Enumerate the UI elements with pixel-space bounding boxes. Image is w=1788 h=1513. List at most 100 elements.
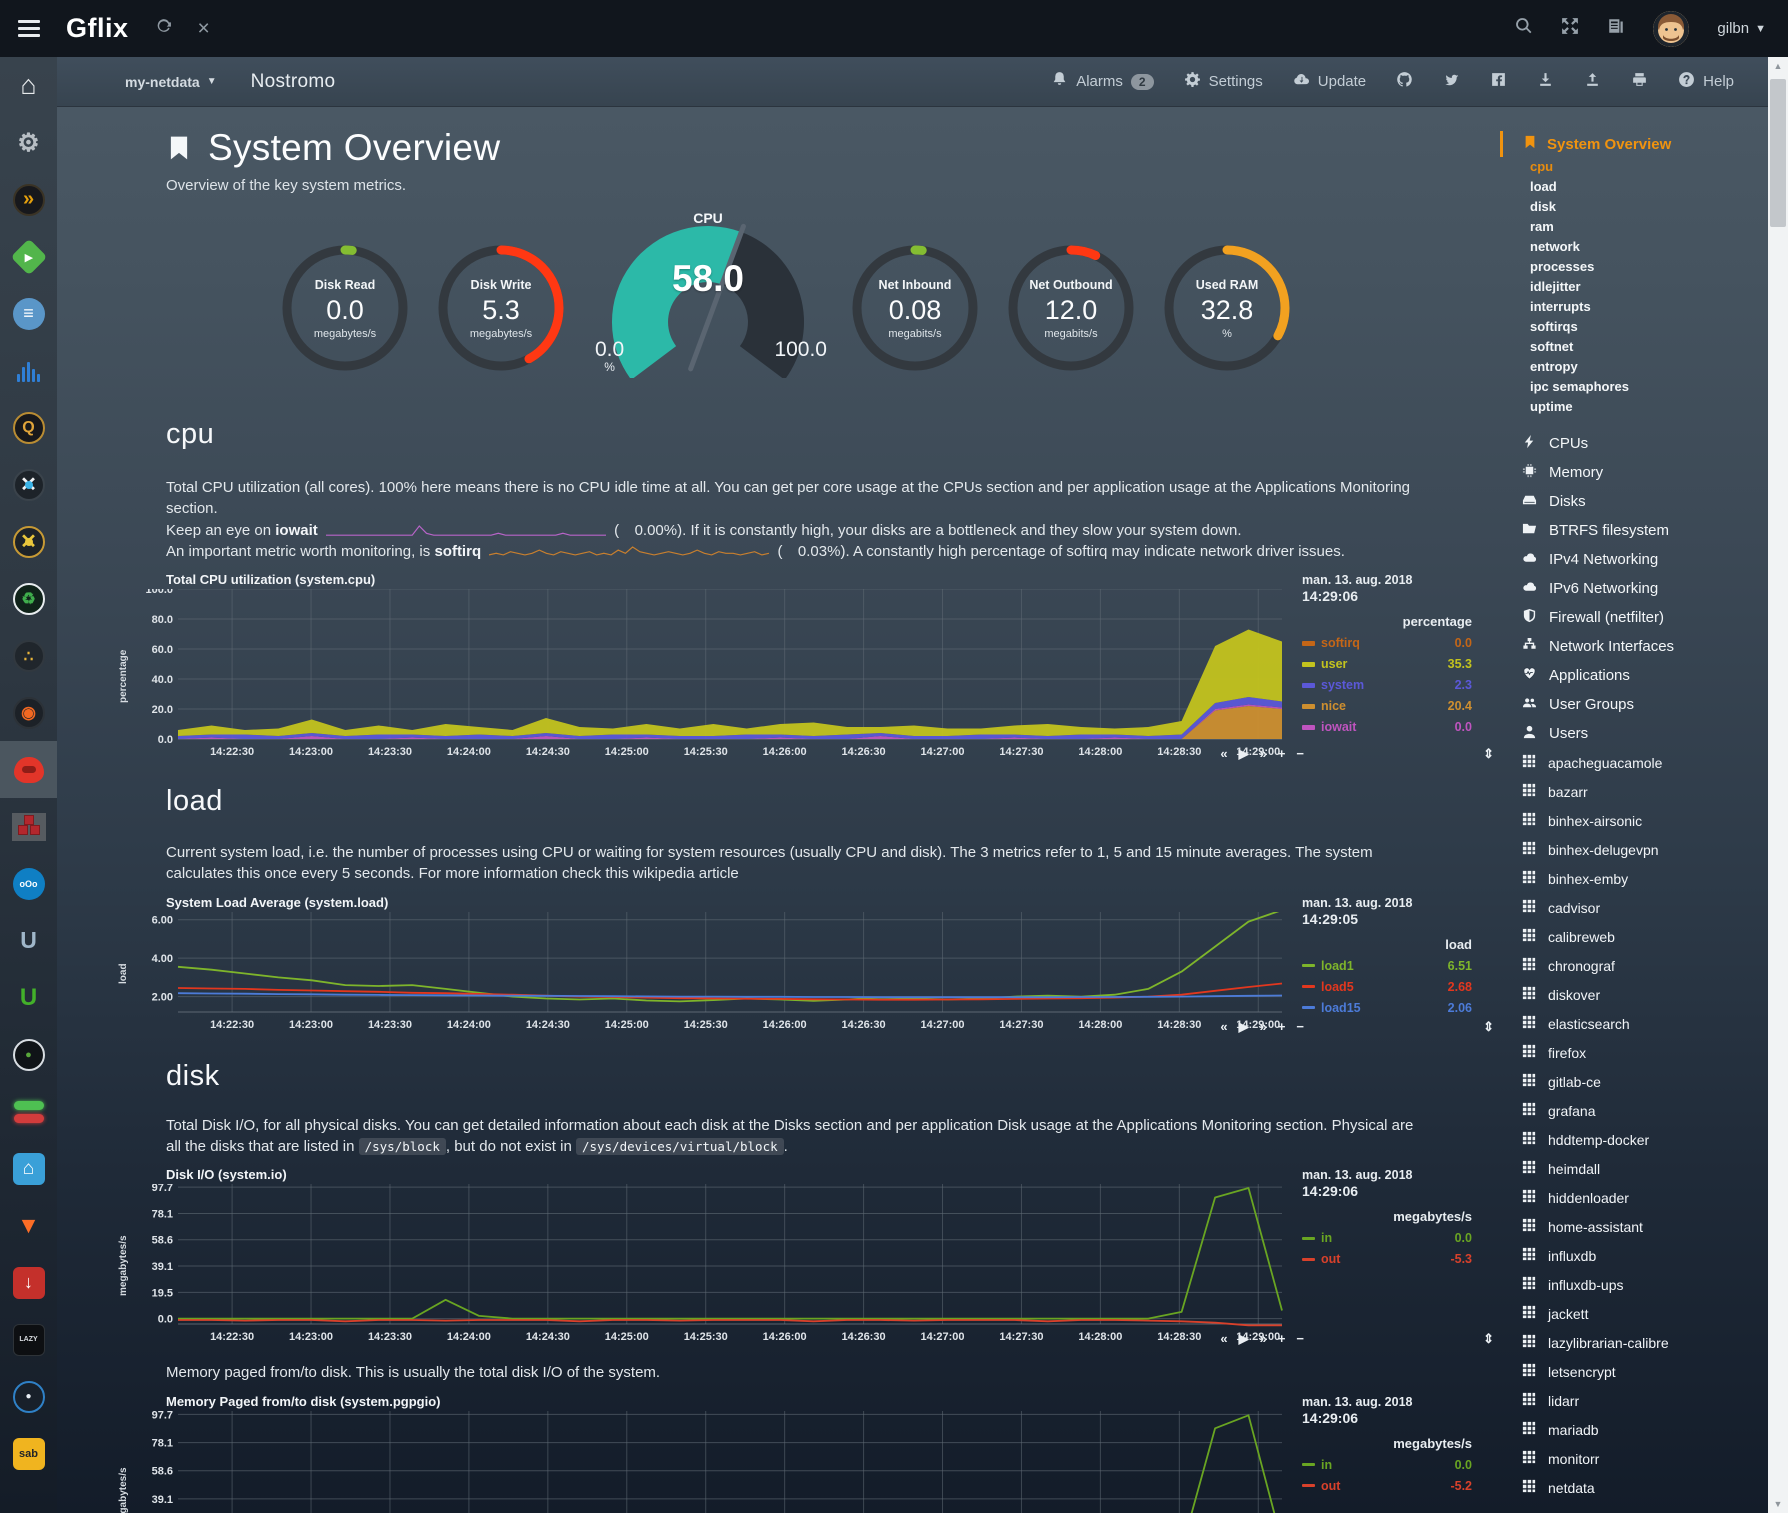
nav-section-btrfs-filesystem[interactable]: BTRFS filesystem	[1500, 516, 1768, 545]
nav-section-disks[interactable]: Disks	[1500, 487, 1768, 516]
pan-right-icon[interactable]: »	[1260, 746, 1267, 762]
sidebar-app-lazylibrarian[interactable]: LAZY	[0, 1311, 57, 1368]
chart-resize-handle[interactable]: ⇕	[1483, 1331, 1494, 1347]
nav-section-ipv6-networking[interactable]: IPv6 Networking	[1500, 574, 1768, 603]
cpu-chart[interactable]: Total CPU utilization (system.cpu)percen…	[118, 572, 1500, 763]
nd-button-print[interactable]	[1631, 71, 1648, 92]
gauge-net-inbound[interactable]: Net Inbound0.08megabits/s	[841, 232, 989, 385]
nav-app-binhex-emby[interactable]: binhex-emby	[1500, 864, 1768, 893]
nav-item-load[interactable]: load	[1500, 177, 1768, 197]
nav-app-hiddenloader[interactable]: hiddenloader	[1500, 1183, 1768, 1212]
nd-button-download[interactable]	[1537, 71, 1554, 92]
pan-left-icon[interactable]: «	[1220, 1019, 1227, 1035]
pgpgio-chart[interactable]: Memory Paged from/to disk (system.pgpgio…	[118, 1394, 1500, 1513]
disk-chart[interactable]: Disk I/O (system.io)megabytes/s0.019.539…	[118, 1167, 1500, 1348]
sidebar-app-sabnzbd[interactable]: sab	[0, 1425, 57, 1482]
nav-app-influxdb[interactable]: influxdb	[1500, 1241, 1768, 1270]
nav-item-uptime[interactable]: uptime	[1500, 397, 1768, 417]
sidebar-app-home-assistant[interactable]: ⌂	[0, 1140, 57, 1197]
nav-section-network-interfaces[interactable]: Network Interfaces	[1500, 632, 1768, 661]
nav-app-influxdb-ups[interactable]: influxdb-ups	[1500, 1270, 1768, 1299]
gauge-net-outbound[interactable]: Net Outbound12.0megabits/s	[997, 232, 1145, 385]
nav-section-overview[interactable]: System Overview	[1500, 131, 1768, 157]
pan-left-icon[interactable]: «	[1220, 1331, 1227, 1347]
close-tab-button[interactable]: ×	[198, 17, 210, 41]
nav-app-heimdall[interactable]: heimdall	[1500, 1154, 1768, 1183]
nav-app-mariadb[interactable]: mariadb	[1500, 1415, 1768, 1444]
hamburger-menu-button[interactable]	[0, 0, 58, 57]
chart-resize-handle[interactable]: ⇕	[1483, 746, 1494, 762]
sidebar-app-droplet[interactable]: ●	[0, 1368, 57, 1425]
fullscreen-icon[interactable]	[1561, 17, 1579, 40]
sidebar-app-home[interactable]: ⌂	[0, 57, 57, 114]
sidebar-app-plex[interactable]: »	[0, 171, 57, 228]
scrollbar-thumb[interactable]	[1770, 79, 1786, 227]
nd-button-facebook[interactable]	[1490, 71, 1507, 92]
nav-section-cpus[interactable]: CPUs	[1500, 429, 1768, 458]
nav-item-cpu[interactable]: cpu	[1500, 157, 1768, 177]
sidebar-app-ytdl[interactable]: ↓	[0, 1254, 57, 1311]
nd-button-settings[interactable]: Settings	[1184, 71, 1263, 92]
nav-item-entropy[interactable]: entropy	[1500, 357, 1768, 377]
sidebar-app-nextcloud[interactable]: oOo	[0, 855, 57, 912]
nav-app-binhex-airsonic[interactable]: binhex-airsonic	[1500, 806, 1768, 835]
reader-icon[interactable]	[1607, 17, 1625, 40]
pan-right-icon[interactable]: »	[1260, 1331, 1267, 1347]
nd-button-update[interactable]: Update	[1293, 71, 1366, 92]
sidebar-app-app-x-blue[interactable]: ✕	[0, 456, 57, 513]
zoom-out-icon[interactable]: −	[1296, 1019, 1304, 1035]
load-chart[interactable]: System Load Average (system.load)load2.0…	[118, 895, 1500, 1036]
zoom-in-icon[interactable]: +	[1278, 1331, 1286, 1347]
nav-app-firefox[interactable]: firefox	[1500, 1038, 1768, 1067]
nav-app-jackett[interactable]: jackett	[1500, 1299, 1768, 1328]
nav-app-diskover[interactable]: diskover	[1500, 980, 1768, 1009]
zoom-in-icon[interactable]: +	[1278, 746, 1286, 762]
nd-button-alarms[interactable]: Alarms2	[1051, 71, 1153, 92]
sidebar-app-gitlab[interactable]: ▼	[0, 1197, 57, 1254]
nav-item-processes[interactable]: processes	[1500, 257, 1768, 277]
nav-item-network[interactable]: network	[1500, 237, 1768, 257]
play-icon[interactable]: ▶	[1239, 1019, 1249, 1035]
nav-app-lidarr[interactable]: lidarr	[1500, 1386, 1768, 1415]
nav-app-lazylibrarian-calibre[interactable]: lazylibrarian-calibre	[1500, 1328, 1768, 1357]
zoom-in-icon[interactable]: +	[1278, 1019, 1286, 1035]
sidebar-app-app-x-yellow[interactable]: ✕	[0, 513, 57, 570]
nav-section-firewall-netfilter-[interactable]: Firewall (netfilter)	[1500, 603, 1768, 632]
sidebar-app-cubes[interactable]	[0, 798, 57, 855]
gauge-used-ram[interactable]: Used RAM32.8%	[1153, 232, 1301, 385]
nav-section-memory[interactable]: Memory	[1500, 458, 1768, 487]
refresh-tab-button[interactable]	[155, 17, 172, 40]
nav-app-apacheguacamole[interactable]: apacheguacamole	[1500, 748, 1768, 777]
sidebar-app-settings[interactable]: ⚙	[0, 114, 57, 171]
sidebar-app-splash-u[interactable]: U	[0, 912, 57, 969]
nav-app-letsencrypt[interactable]: letsencrypt	[1500, 1357, 1768, 1386]
server-dropdown[interactable]: my-netdata ▼	[125, 74, 217, 90]
play-icon[interactable]: ▶	[1239, 746, 1249, 762]
sidebar-app-netdata[interactable]	[0, 741, 57, 798]
nd-button-upload[interactable]	[1584, 71, 1601, 92]
sidebar-app-airsonic[interactable]	[0, 342, 57, 399]
sidebar-app-emby[interactable]: ▶	[0, 228, 57, 285]
nav-section-ipv4-networking[interactable]: IPv4 Networking	[1500, 545, 1768, 574]
pan-right-icon[interactable]: »	[1260, 1019, 1267, 1035]
nav-app-netdata[interactable]: netdata	[1500, 1473, 1768, 1502]
nav-item-ram[interactable]: ram	[1500, 217, 1768, 237]
nav-item-ipc-semaphores[interactable]: ipc semaphores	[1500, 377, 1768, 397]
sidebar-app-green-u[interactable]: U	[0, 969, 57, 1026]
nav-item-interrupts[interactable]: interrupts	[1500, 297, 1768, 317]
nav-app-binhex-delugevpn[interactable]: binhex-delugevpn	[1500, 835, 1768, 864]
nav-section-applications[interactable]: Applications	[1500, 661, 1768, 690]
search-icon[interactable]	[1515, 17, 1533, 40]
page-scrollbar[interactable]: ▲ ▼	[1768, 57, 1788, 1513]
nav-app-cadvisor[interactable]: cadvisor	[1500, 893, 1768, 922]
nav-section-users[interactable]: Users	[1500, 719, 1768, 748]
nav-app-grafana[interactable]: grafana	[1500, 1096, 1768, 1125]
nav-app-chronograf[interactable]: chronograf	[1500, 951, 1768, 980]
gauge-cpu[interactable]: CPU58.00.0%100.0	[583, 210, 833, 383]
nav-item-softnet[interactable]: softnet	[1500, 337, 1768, 357]
gauge-disk-read[interactable]: Disk Read0.0megabytes/s	[271, 232, 419, 385]
sidebar-app-recycle[interactable]: ♻	[0, 570, 57, 627]
nd-button-twitter[interactable]	[1443, 71, 1460, 92]
sidebar-app-scatter-chart[interactable]: ∴	[0, 627, 57, 684]
nav-item-disk[interactable]: disk	[1500, 197, 1768, 217]
